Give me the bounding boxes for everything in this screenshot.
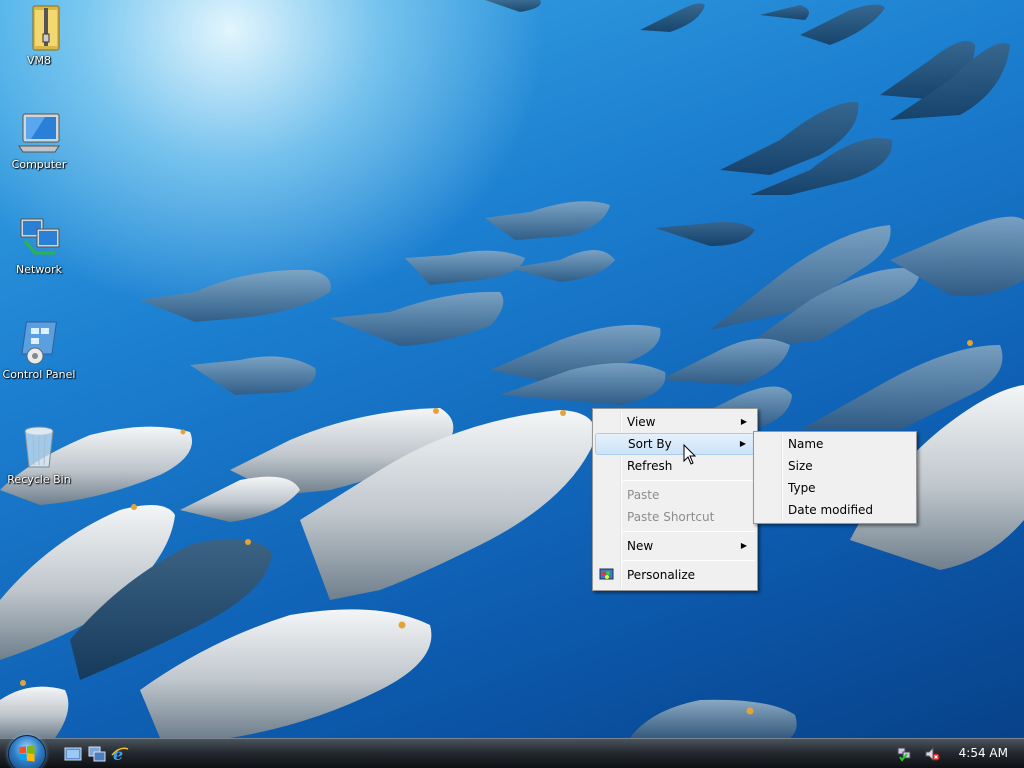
menu-item-label: Type bbox=[788, 481, 816, 495]
menu-item-view[interactable]: View ▶ bbox=[595, 411, 755, 433]
sort-item-date-modified[interactable]: Date modified bbox=[756, 499, 914, 521]
computer-icon bbox=[18, 113, 60, 153]
network-status-icon[interactable] bbox=[896, 746, 912, 762]
menu-separator bbox=[623, 480, 755, 481]
submenu-arrow-icon: ▶ bbox=[740, 541, 747, 550]
menu-item-label: Refresh bbox=[627, 459, 673, 473]
switch-windows-icon[interactable] bbox=[88, 746, 106, 762]
network-icon bbox=[20, 218, 60, 255]
desktop-icon-computer[interactable]: Computer bbox=[1, 108, 77, 171]
control-panel-icon bbox=[21, 321, 58, 365]
start-button[interactable] bbox=[8, 735, 46, 768]
desktop-icon-label: Network bbox=[16, 263, 62, 276]
menu-item-new[interactable]: New ▶ bbox=[595, 535, 755, 557]
wallpaper-fish-school bbox=[0, 0, 1024, 738]
menu-item-label: Name bbox=[788, 437, 824, 451]
folder-zip-icon bbox=[32, 5, 60, 51]
sort-item-name[interactable]: Name bbox=[756, 433, 914, 455]
sort-by-submenu: Name Size Type Date modified bbox=[753, 431, 917, 524]
menu-item-label: Sort By bbox=[628, 437, 672, 451]
recycle-bin-icon bbox=[24, 426, 54, 468]
submenu-arrow-icon: ▶ bbox=[740, 417, 747, 426]
system-tray: 4:54 AM bbox=[892, 739, 1024, 768]
menu-item-label: Personalize bbox=[627, 568, 696, 582]
menu-item-refresh[interactable]: Refresh bbox=[595, 455, 755, 477]
menu-item-paste[interactable]: Paste bbox=[595, 484, 755, 506]
desktop-icon-control-panel[interactable]: Control Panel bbox=[1, 318, 77, 381]
sort-item-size[interactable]: Size bbox=[756, 455, 914, 477]
desktop-icon-label: Recycle Bin bbox=[7, 473, 71, 486]
personalize-icon bbox=[599, 568, 614, 580]
menu-item-sort-by[interactable]: Sort By ▶ bbox=[595, 433, 755, 455]
desktop-context-menu: View ▶ Sort By ▶ Refresh Paste Paste Sho… bbox=[592, 408, 758, 591]
mouse-cursor-icon bbox=[683, 444, 697, 465]
volume-muted-icon[interactable] bbox=[924, 746, 940, 762]
desktop-icon-label: Control Panel bbox=[2, 368, 76, 381]
desktop-icon-vm8[interactable]: VM8 bbox=[1, 4, 77, 67]
taskbar-clock[interactable]: 4:54 AM bbox=[959, 746, 1008, 760]
menu-item-label: Size bbox=[788, 459, 813, 473]
menu-separator bbox=[623, 531, 755, 532]
menu-item-label: Date modified bbox=[788, 503, 874, 517]
windows-logo-icon bbox=[19, 745, 35, 762]
menu-item-label: New bbox=[627, 539, 654, 553]
menu-item-label: View bbox=[627, 415, 656, 429]
menu-item-personalize[interactable]: Personalize bbox=[595, 564, 755, 586]
menu-separator bbox=[623, 560, 755, 561]
sort-item-type[interactable]: Type bbox=[756, 477, 914, 499]
desktop-icon-network[interactable]: Network bbox=[1, 213, 77, 276]
desktop-icon-label: Computer bbox=[11, 158, 67, 171]
menu-item-label: Paste bbox=[627, 488, 660, 502]
menu-item-label: Paste Shortcut bbox=[627, 510, 715, 524]
desktop-icon-recycle-bin[interactable]: Recycle Bin bbox=[1, 423, 77, 486]
menu-item-paste-shortcut[interactable]: Paste Shortcut bbox=[595, 506, 755, 528]
internet-explorer-icon[interactable]: e bbox=[111, 746, 129, 762]
taskbar: e 4:54 AM bbox=[0, 735, 1024, 768]
desktop-icon-label: VM8 bbox=[26, 54, 51, 67]
submenu-arrow-icon: ▶ bbox=[739, 439, 746, 448]
show-desktop-icon[interactable] bbox=[64, 746, 82, 762]
